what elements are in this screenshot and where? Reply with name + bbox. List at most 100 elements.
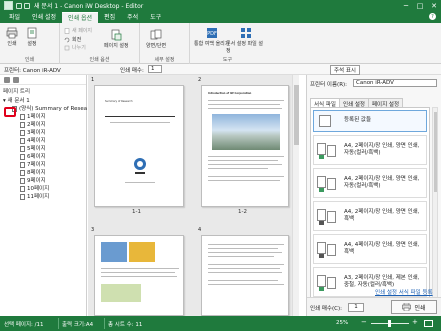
tab-edit[interactable]: 편집 [98,12,121,23]
page-icon [20,113,25,120]
preset-item[interactable]: 등록된 값들 [313,110,427,132]
tab-annotation[interactable]: 주석 [121,12,144,23]
combine-button[interactable]: PDF 통합 여백 올리기 [194,27,229,47]
duplex-button[interactable]: 양면/단면 [146,29,166,49]
app-icon [4,1,13,10]
detail-settings-button[interactable]: 문서 설정 파일 설정 [226,27,265,54]
page-icon [20,161,25,168]
tree-page[interactable]: 7페이지 [0,161,86,169]
page-icon [20,121,25,128]
preset-label: A4, 4페이지/장 인쇄, 양면 인쇄, 흑백 [344,242,420,255]
zoom-slider-knob[interactable] [388,320,391,327]
text-line [208,100,284,101]
zoom-out-icon[interactable]: − [361,318,367,326]
svg-text:PDF: PDF [207,31,217,37]
page-icon [20,153,25,160]
help-icon[interactable]: ? [429,13,436,20]
page-icon [20,129,25,136]
tab-print-options[interactable]: 인쇄 옵션 [62,12,99,23]
tree-page[interactable]: 6페이지 [0,153,86,161]
text-line [208,108,282,109]
tree-page-label: 3페이지 [27,130,46,136]
text-line [101,268,179,269]
scrollbar-thumb[interactable] [434,112,437,192]
preset-item[interactable]: A4, 2페이지/장 인쇄, 양면 인쇄, 자동(컬러/흑백) [313,135,427,165]
tree-page[interactable]: 4페이지 [0,137,86,145]
preset-thumbnail [317,115,339,135]
text-line [208,244,284,245]
toolbar-copies-input[interactable]: 1 [148,65,162,73]
tree-page-label: 1페이지 [27,114,46,120]
tab-file[interactable]: 파일 [3,12,26,23]
preset-label: A4, 2페이지/장 인쇄, 양면 인쇄, 흑백 [344,209,420,222]
preset-item[interactable]: A4, 2페이지/장 인쇄, 양면 인쇄, 흑백 [313,201,427,231]
tree-page[interactable]: 3페이지 [0,129,86,137]
preset-item[interactable]: A4, 4페이지/장 인쇄, 양면 인쇄, 흑백 [313,234,427,264]
tree-page[interactable]: 9페이지 [0,177,86,185]
page1-footer-line [125,182,155,183]
status-output-size: 출력 크기:A4 [62,322,94,328]
page-thumbnail-1[interactable]: Summary of Research [94,85,184,207]
new-page-label: 새 페이지 [72,28,92,34]
toolbar-printer-value[interactable]: Canon iR-ADV [23,68,61,74]
register-template-link[interactable]: 인쇄 설정 서식 파일 등록 [375,288,433,296]
tree-root[interactable]: ▾ 새 문서 1 [0,97,86,105]
text-line [208,156,284,157]
text-line [101,276,177,277]
quick-access-toolbar [16,2,30,9]
printer-icon [402,303,412,311]
tree-page[interactable]: 2페이지 [0,121,86,129]
tree-view-icon[interactable] [4,76,10,83]
tree-page[interactable]: 5페이지 [0,145,86,153]
tree-page[interactable]: 10페이지 [0,185,86,193]
preset-label: 등록된 값들 [344,117,372,123]
print-button-label: 인쇄 [414,304,426,312]
preview-scrollbar[interactable] [292,75,299,316]
page-thumbnail-3[interactable] [94,235,184,316]
printer-select[interactable]: Canon iR-ADV [353,79,437,87]
page3-chart [129,242,155,262]
minimize-button[interactable]: ─ [399,0,413,11]
ribbon-group-tools: PDF 통합 여백 올리기 문서 설정 파일 설정 도구 [190,23,265,64]
tree-page[interactable]: 8페이지 [0,169,86,177]
print-button[interactable]: 인쇄 [391,300,437,314]
text-line [208,176,284,177]
close-button[interactable]: ✕ [427,0,441,11]
thumb-view-icon[interactable] [13,76,19,83]
zoom-in-icon[interactable]: + [412,318,418,326]
split-button[interactable]: 나누기 [64,44,86,51]
ribbon-group-print: 인쇄 설정 인쇄 [0,23,60,64]
tab-print-settings[interactable]: 인쇄 설정 [26,12,62,23]
copies-input[interactable]: 1 [348,303,364,312]
print-action-bar: 인쇄 매수(C): 1 인쇄 [307,297,441,316]
save-icon[interactable] [16,2,22,9]
undo-icon[interactable] [24,2,30,9]
page-thumbnail-2[interactable]: Introduction of IW Corporation [201,85,289,207]
rotate-button[interactable]: 회전 [64,36,81,43]
preset-item[interactable]: A4, 2페이지/장 인쇄, 양면 인쇄, 자동(컬러/흑백) [313,168,427,198]
tree-root-label: 새 문서 1 [7,98,30,104]
split-label: 나누기 [72,45,86,51]
page-thumbnail-4[interactable] [201,235,289,316]
zoom-slider[interactable] [371,320,409,327]
preset-scrollbar[interactable] [432,107,438,309]
page-icon [20,185,25,192]
tab-tools[interactable]: 도구 [144,12,167,23]
printer-name-label: 프린터 이름(R): [310,82,348,88]
page-icon [20,169,25,176]
scrollbar-thumb[interactable] [294,85,299,145]
page-settings-button[interactable]: 페이지 설정 [104,29,129,49]
preset-thumbnail [317,141,339,161]
maximize-button[interactable]: □ [413,0,427,11]
fit-page-icon[interactable] [424,320,433,327]
annotation-toggle-button[interactable]: 주석 표시 [330,65,360,75]
settings-big-button[interactable]: 설정 [26,27,38,47]
print-big-button[interactable]: 인쇄 [6,27,18,47]
secondary-toolbar: 프린터: Canon iR-ADV 인쇄 매수: 1 주석 표시 [0,64,441,75]
tree-page[interactable]: 11페이지 [0,193,86,201]
zoom-level[interactable]: 25% [336,320,348,326]
new-page-button[interactable]: 새 페이지 [64,27,92,34]
photo-image [212,114,280,150]
preset-list: 등록된 값들 A4, 2페이지/장 인쇄, 양면 인쇄, 자동(컬러/흑백) A… [310,107,430,309]
text-line [208,268,280,269]
